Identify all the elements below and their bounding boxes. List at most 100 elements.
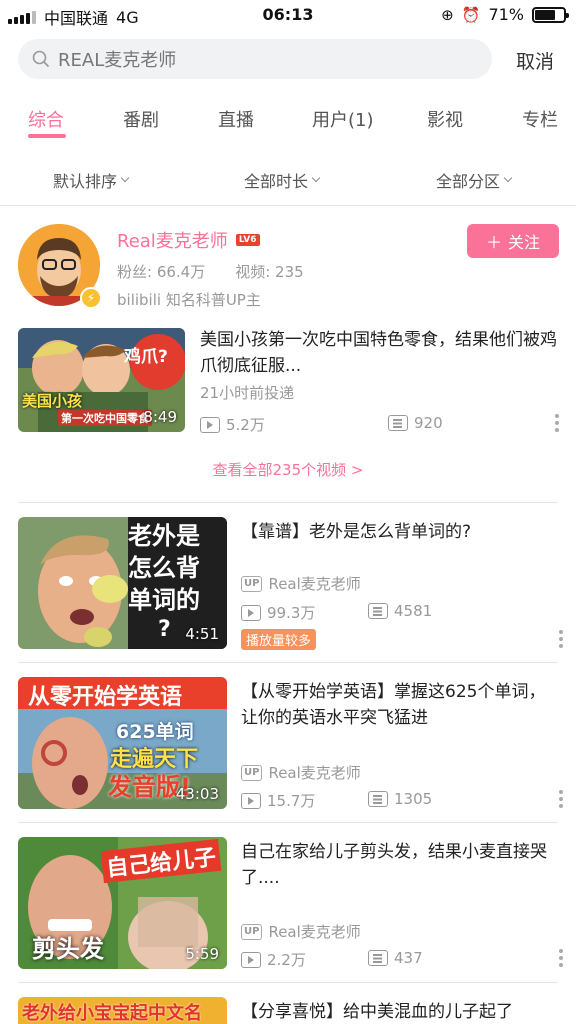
play-count-icon — [241, 792, 261, 809]
tab-indicator — [28, 134, 66, 138]
divider — [18, 502, 558, 503]
thumb-caption: ? — [158, 617, 171, 642]
fans-count: 粉丝: 66.4万 — [117, 263, 206, 281]
tab-live[interactable]: 直播 — [218, 106, 254, 132]
danmaku-icon — [368, 791, 388, 807]
video-duration: 5:59 — [185, 945, 219, 963]
see-all-videos-link[interactable]: 查看全部235个视频 > — [0, 459, 576, 480]
thumb-caption: 625单词 — [116, 721, 194, 743]
rotation-lock-icon: ⊕ — [441, 5, 454, 24]
zone-filter-label: 全部分区 — [436, 172, 501, 191]
search-icon — [32, 50, 50, 68]
duration-filter-label: 全部时长 — [244, 172, 309, 191]
follow-button[interactable]: ＋ 关注 — [467, 224, 559, 258]
battery-percent: 71% — [488, 5, 524, 24]
zone-filter[interactable]: 全部分区 — [436, 168, 513, 192]
divider — [0, 205, 576, 206]
danmaku-count: 1305 — [368, 790, 432, 808]
view-count-text: 15.7万 — [267, 792, 316, 810]
video-title[interactable]: 自己在家给儿子剪头发，结果小麦直接哭了.... — [241, 839, 561, 891]
user-stats: 粉丝: 66.4万 视频: 235 — [117, 261, 304, 282]
divider — [18, 662, 558, 663]
danmaku-count-text: 1305 — [394, 790, 433, 808]
uploader[interactable]: UP Real麦克老师 — [241, 921, 361, 942]
featured-video-thumbnail[interactable]: 鸡爪? 美国小孩 第一次吃中国零食 8:49 — [18, 328, 185, 432]
view-count-text: 5.2万 — [226, 416, 265, 434]
tab-film[interactable]: 影视 — [427, 106, 463, 132]
status-bar: 中国联通 4G 06:13 ⊕ ⏰ 71% — [0, 0, 576, 30]
video-title[interactable]: 【分享喜悦】给中美混血的儿子起了 — [241, 999, 571, 1024]
tab-column[interactable]: 专栏 — [522, 106, 558, 132]
uploader-name: Real麦克老师 — [268, 764, 361, 782]
chevron-down-icon — [311, 173, 321, 183]
chevron-down-icon — [503, 173, 513, 183]
battery-icon — [532, 6, 569, 23]
video-duration: 4:51 — [185, 625, 219, 643]
chevron-down-icon — [120, 173, 130, 183]
video-thumbnail[interactable]: 老外给小宝宝起中文名 — [18, 997, 227, 1024]
user-description: bilibili 知名科普UP主 — [117, 291, 261, 309]
uploader-name: Real麦克老师 — [268, 575, 361, 593]
up-icon: UP — [241, 923, 263, 940]
filter-bar: 默认排序 全部时长 全部分区 — [0, 160, 576, 200]
alarm-icon: ⏰ — [461, 5, 481, 24]
view-count: 2.2万 — [241, 949, 306, 970]
thumb-caption: 老外是 — [128, 522, 200, 550]
plus-icon: ＋ — [485, 233, 502, 252]
danmaku-icon — [368, 603, 388, 619]
more-options-icon[interactable] — [559, 790, 563, 808]
thumb-caption: 第一次吃中国零食 — [58, 410, 152, 426]
tab-comprehensive[interactable]: 综合 — [28, 106, 64, 132]
duration-filter[interactable]: 全部时长 — [244, 168, 321, 192]
danmaku-count-text: 437 — [394, 949, 423, 967]
tab-bangumi[interactable]: 番剧 — [123, 106, 159, 132]
upload-time: 21小时前投递 — [200, 384, 295, 402]
video-thumbnail[interactable]: 从零开始学英语 625单词 走遍天下 发音版! 43:03 — [18, 677, 227, 809]
play-count-icon — [241, 951, 261, 968]
cancel-button[interactable]: 取消 — [516, 47, 554, 74]
video-title[interactable]: 美国小孩第一次吃中国特色零食，结果他们被鸡爪彻底征服... — [200, 327, 560, 379]
divider — [18, 982, 558, 983]
thumb-caption: 老外给小宝宝起中文名 — [22, 1003, 202, 1024]
video-duration: 8:49 — [143, 408, 177, 426]
video-thumbnail[interactable]: 自己给儿子 剪头发 5:59 — [18, 837, 227, 969]
more-options-icon[interactable] — [559, 630, 563, 648]
danmaku-count-text: 920 — [414, 414, 443, 432]
play-count-icon — [200, 416, 220, 433]
uploader[interactable]: UP Real麦克老师 — [241, 762, 361, 783]
tab-bar: 综合 番剧 直播 用户(1) 影视 专栏 — [0, 96, 576, 146]
video-title[interactable]: 【靠谱】老外是怎么背单词的? — [241, 519, 561, 545]
more-options-icon[interactable] — [555, 414, 559, 432]
user-name[interactable]: Real麦克老师 LV6 — [117, 227, 260, 253]
video-count: 视频: 235 — [235, 263, 304, 281]
search-query: REAL麦克老师 — [58, 50, 177, 71]
view-count: 15.7万 — [241, 790, 315, 811]
play-count-icon — [241, 604, 261, 621]
danmaku-icon — [388, 415, 408, 431]
uploader-name: Real麦克老师 — [268, 923, 361, 941]
thumb-caption: 怎么背 — [128, 554, 200, 582]
video-title[interactable]: 【从零开始学英语】掌握这625个单词，让你的英语水平突飞猛进 — [241, 679, 561, 731]
sort-filter[interactable]: 默认排序 — [53, 168, 130, 192]
thumb-caption: 美国小孩 — [22, 392, 83, 410]
danmaku-icon — [368, 950, 388, 966]
view-count: 99.3万 — [241, 602, 315, 623]
up-icon: UP — [241, 575, 263, 592]
video-thumbnail[interactable]: 老外是 怎么背 单词的 ? 4:51 — [18, 517, 227, 649]
danmaku-count: 4581 — [368, 602, 432, 620]
tab-users[interactable]: 用户(1) — [312, 106, 374, 132]
verified-badge-icon: ⚡ — [80, 287, 102, 309]
divider — [18, 822, 558, 823]
more-options-icon[interactable] — [559, 949, 563, 967]
danmaku-count-text: 4581 — [394, 602, 433, 620]
popular-badge: 播放量较多 — [241, 629, 317, 650]
level-badge: LV6 — [235, 234, 260, 246]
view-count-text: 2.2万 — [267, 951, 306, 969]
video-duration: 43:03 — [175, 785, 219, 803]
search-input[interactable]: REAL麦克老师 — [18, 39, 492, 79]
danmaku-count: 437 — [368, 949, 423, 967]
view-count: 5.2万 — [200, 414, 265, 435]
uploader[interactable]: UP Real麦克老师 — [241, 573, 361, 594]
follow-label: 关注 — [508, 233, 541, 252]
thumb-caption: 剪头发 — [32, 935, 104, 963]
